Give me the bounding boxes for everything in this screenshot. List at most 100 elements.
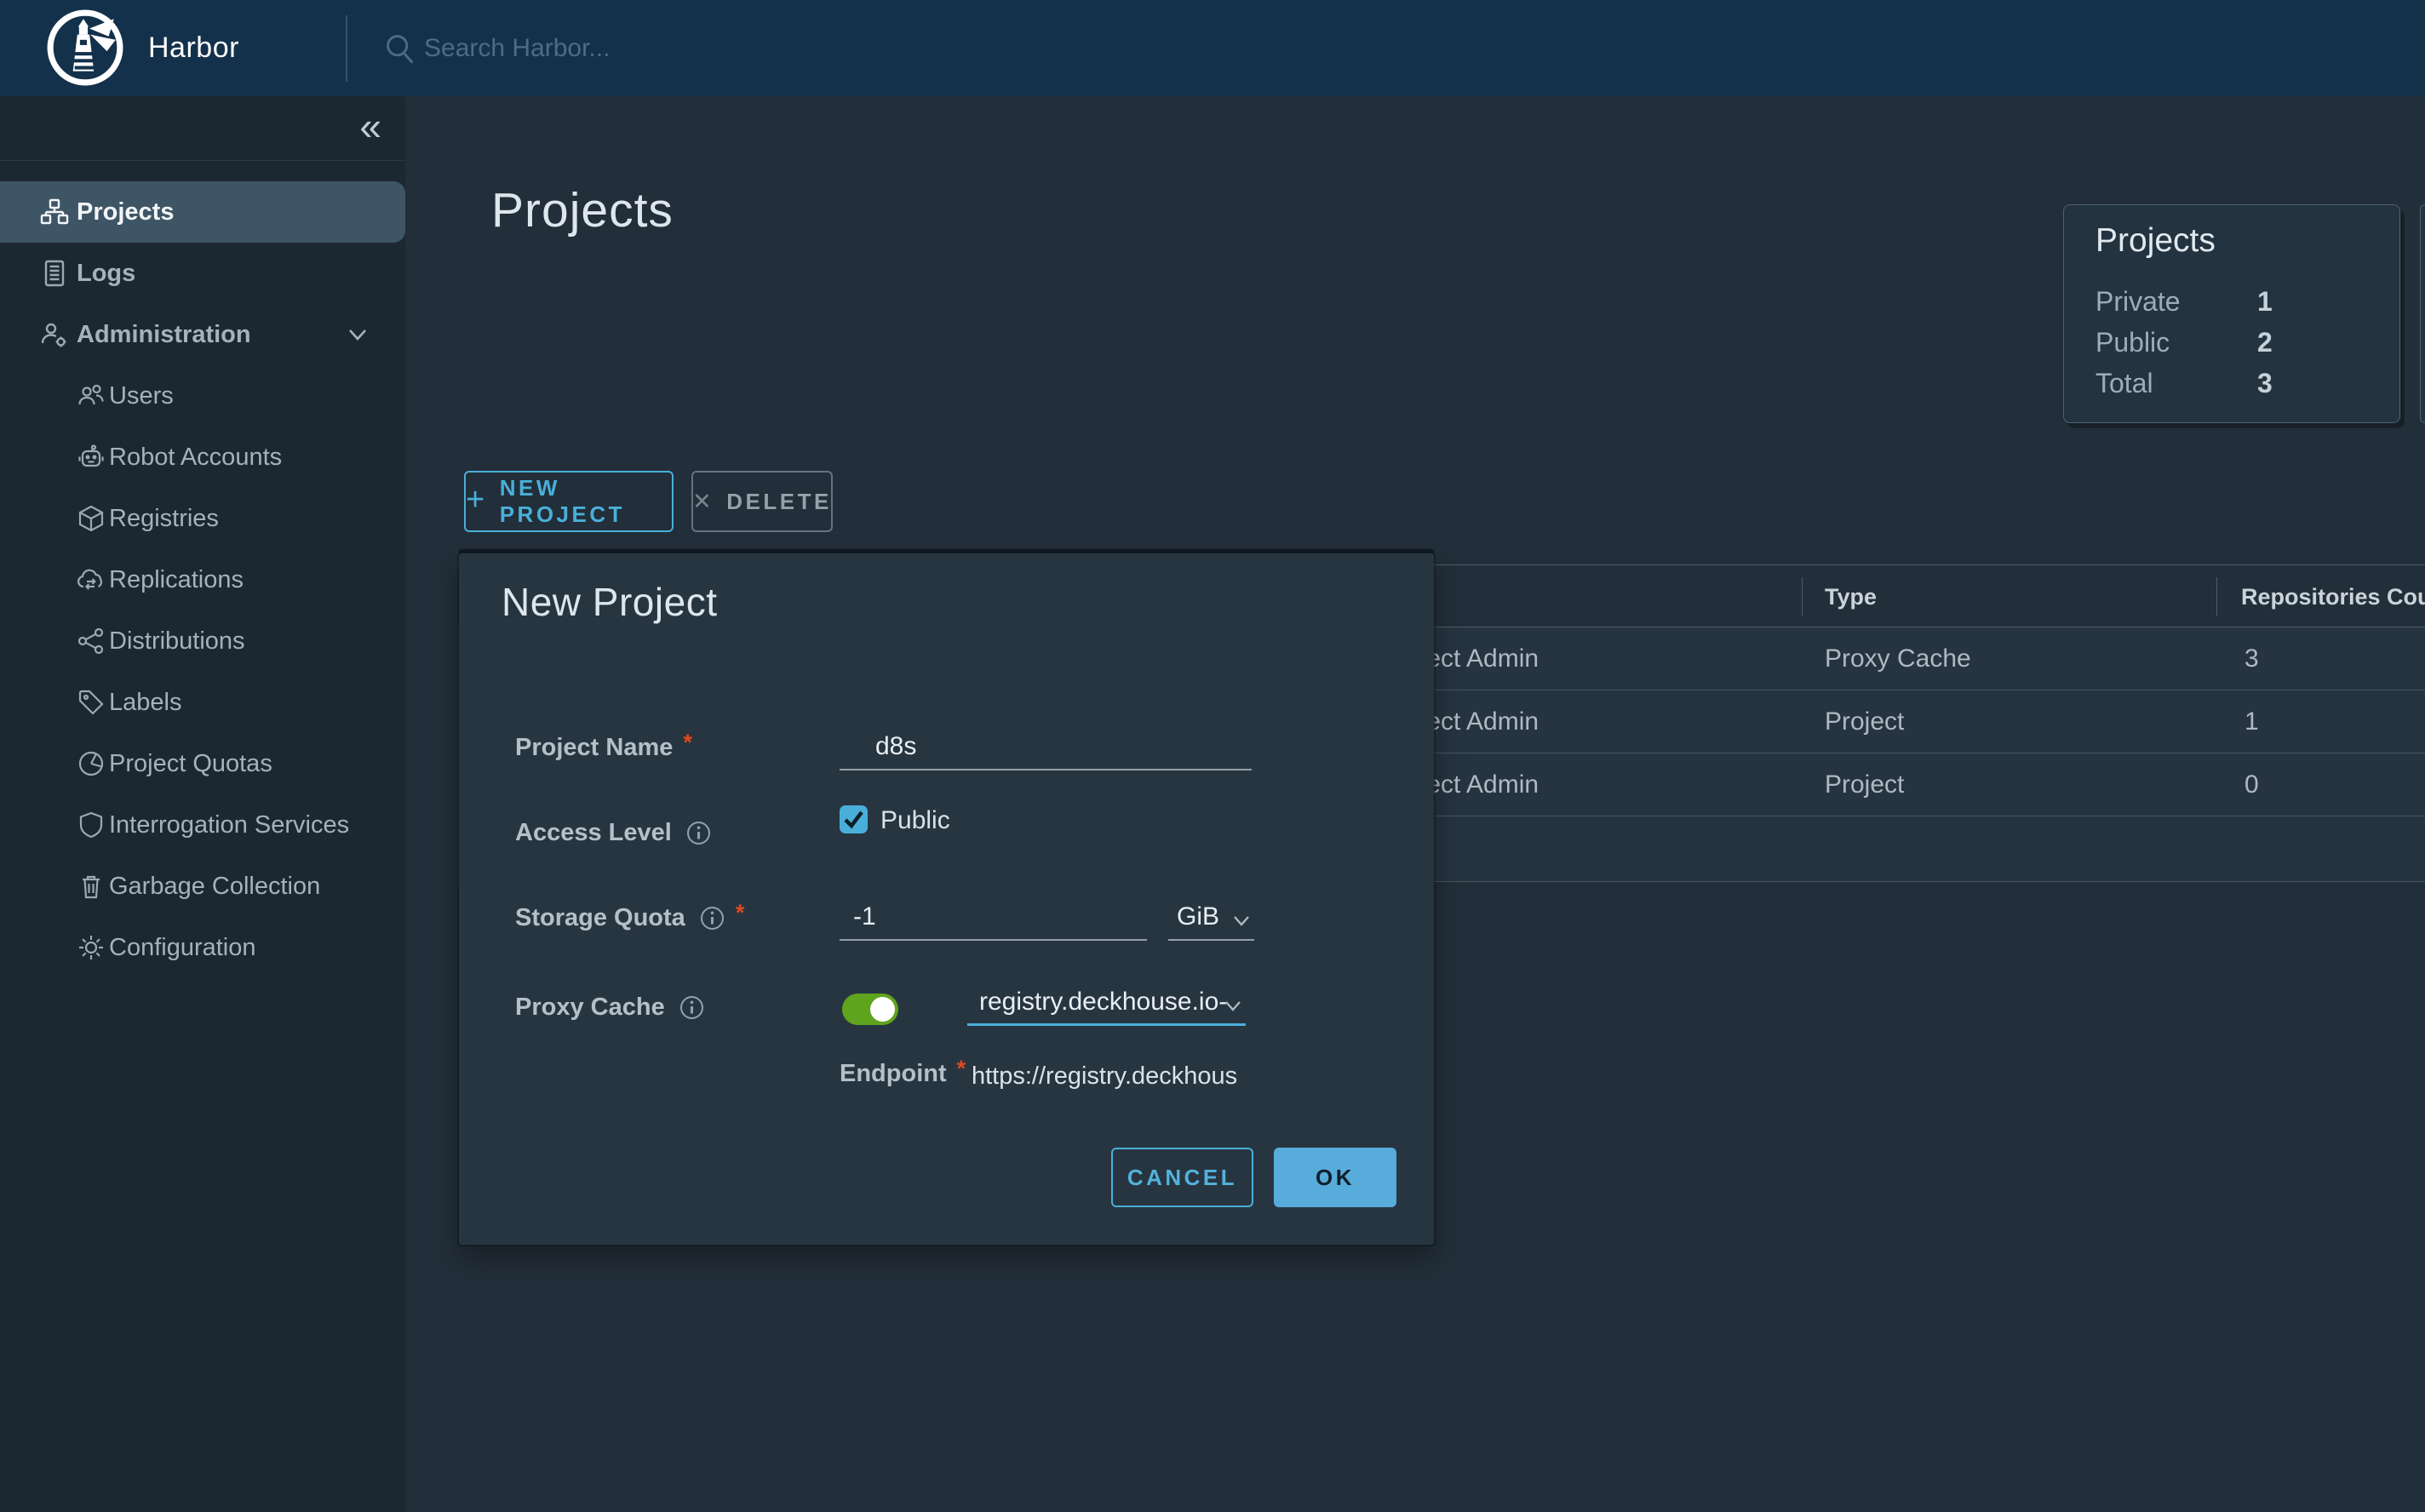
sidebar-item-label: Registries xyxy=(109,505,219,533)
sidebar-item-registries[interactable]: Registries xyxy=(0,488,405,549)
app-header: Harbor xyxy=(0,0,2425,96)
sidebar-item-administration[interactable]: Administration xyxy=(0,304,405,365)
sidebar-item-users[interactable]: Users xyxy=(0,365,405,427)
info-icon[interactable] xyxy=(685,820,712,846)
sidebar-item-configuration[interactable]: Configuration xyxy=(0,917,405,978)
summary-row-total: Total 3 xyxy=(2095,368,2376,402)
x-icon: ✕ xyxy=(692,489,714,515)
summary-label: Total xyxy=(2095,368,2153,399)
sidebar-item-labels[interactable]: Labels xyxy=(0,672,405,733)
public-checkbox[interactable] xyxy=(840,805,868,833)
cell-type: Project xyxy=(1825,690,1904,753)
chevron-down-icon xyxy=(1222,995,1244,1017)
summary-value: 2 xyxy=(2257,327,2273,358)
label-text: Storage Quota xyxy=(515,904,685,932)
public-checkbox-label[interactable]: Public xyxy=(880,806,950,835)
cell-type: Project xyxy=(1825,753,1904,816)
sidebar-item-label: Project Quotas xyxy=(109,750,272,778)
proxy-cache-toggle[interactable] xyxy=(842,994,898,1025)
sidebar-item-label: Users xyxy=(109,382,174,410)
summary-label: Public xyxy=(2095,327,2170,358)
column-header-repositories-count[interactable]: Repositories Count xyxy=(2241,565,2425,628)
quota-pie-icon xyxy=(76,748,106,779)
check-icon xyxy=(841,807,866,832)
sidebar-item-label: Garbage Collection xyxy=(109,873,320,901)
required-asterisk: * xyxy=(683,730,692,756)
users-icon xyxy=(76,381,106,411)
sidebar-item-logs[interactable]: Logs xyxy=(0,243,405,304)
sidebar-item-label: Replications xyxy=(109,566,244,594)
projects-icon xyxy=(39,197,70,227)
sidebar-item-project-quotas[interactable]: Project Quotas xyxy=(0,733,405,794)
app-title: Harbor xyxy=(148,0,239,96)
sidebar-item-label: Robot Accounts xyxy=(109,444,282,472)
sidebar-item-label: Logs xyxy=(77,260,135,288)
cancel-button[interactable]: CANCEL xyxy=(1111,1148,1253,1207)
column-separator xyxy=(1802,577,1803,616)
storage-quota-input[interactable]: -1 xyxy=(840,898,1147,941)
label-text: Project Name xyxy=(515,734,673,762)
label-text: Proxy Cache xyxy=(515,994,665,1022)
sidebar-divider xyxy=(0,160,405,161)
column-header-type[interactable]: Type xyxy=(1825,565,1877,628)
sidebar-item-interrogation-services[interactable]: Interrogation Services xyxy=(0,794,405,856)
sidebar-item-label: Labels xyxy=(109,689,181,717)
logs-icon xyxy=(39,258,70,289)
share-icon xyxy=(76,626,106,656)
harbor-logo-icon[interactable] xyxy=(46,9,124,87)
cell-count: 3 xyxy=(2244,627,2259,690)
new-project-button[interactable]: + NEW PROJECT xyxy=(464,471,674,532)
tag-icon xyxy=(76,687,106,718)
sidebar-item-label: Configuration xyxy=(109,934,256,962)
partial-card-edge xyxy=(2420,204,2425,423)
info-icon[interactable] xyxy=(699,905,725,931)
global-search[interactable] xyxy=(383,20,1149,77)
delete-label: DELETE xyxy=(726,489,832,515)
cell-count: 1 xyxy=(2244,690,2259,753)
required-asterisk: * xyxy=(736,900,745,926)
summary-row-public: Public 2 xyxy=(2095,327,2376,361)
label-text: Endpoint xyxy=(840,1060,947,1088)
sidebar-item-label: Administration xyxy=(77,321,251,349)
ok-label: OK xyxy=(1316,1165,1355,1191)
robot-icon xyxy=(76,442,106,472)
sidebar-item-garbage-collection[interactable]: Garbage Collection xyxy=(0,856,405,917)
sidebar: « Projects Logs Adm xyxy=(0,96,405,1512)
delete-button[interactable]: ✕ DELETE xyxy=(691,471,833,532)
sidebar-nav: Projects Logs Administration xyxy=(0,181,405,978)
cell-type: Proxy Cache xyxy=(1825,627,1971,690)
search-icon xyxy=(383,32,417,66)
sidebar-item-label: Projects xyxy=(77,198,174,226)
ok-button[interactable]: OK xyxy=(1274,1148,1396,1207)
modal-title: New Project xyxy=(502,579,717,625)
gear-icon xyxy=(76,932,106,963)
info-icon[interactable] xyxy=(679,994,705,1021)
projects-summary-card: Projects Private 1 Public 2 Total 3 xyxy=(2063,204,2400,423)
summary-card-title: Projects xyxy=(2095,222,2216,260)
selected-unit: GiB xyxy=(1177,902,1219,931)
proxy-registry-select[interactable]: registry.deckhouse.io- xyxy=(967,983,1246,1026)
sidebar-collapse-icon[interactable]: « xyxy=(359,106,381,146)
endpoint-label: Endpoint * xyxy=(840,1060,966,1088)
column-separator xyxy=(2216,577,2217,616)
plus-icon: + xyxy=(466,484,488,516)
sidebar-item-projects[interactable]: Projects xyxy=(0,181,405,243)
selected-registry: registry.deckhouse.io- xyxy=(979,988,1227,1016)
page-title: Projects xyxy=(491,182,674,238)
shield-icon xyxy=(76,810,106,840)
sidebar-item-replications[interactable]: Replications xyxy=(0,549,405,610)
storage-unit-select[interactable]: GiB xyxy=(1168,898,1254,941)
storage-quota-label: Storage Quota * xyxy=(515,904,744,932)
summary-value: 1 xyxy=(2257,286,2273,318)
proxy-cache-label: Proxy Cache xyxy=(515,994,705,1022)
sidebar-item-robot-accounts[interactable]: Robot Accounts xyxy=(0,427,405,488)
sidebar-item-distributions[interactable]: Distributions xyxy=(0,610,405,672)
summary-label: Private xyxy=(2095,286,2181,318)
project-name-input[interactable]: d8s xyxy=(840,728,1252,770)
search-input[interactable] xyxy=(422,33,1069,64)
cell-count: 0 xyxy=(2244,753,2259,816)
label-text: Access Level xyxy=(515,819,672,847)
sidebar-item-label: Interrogation Services xyxy=(109,811,349,839)
harbor-app: Harbor « Projects Logs xyxy=(0,0,2425,1512)
summary-value: 3 xyxy=(2257,368,2273,399)
